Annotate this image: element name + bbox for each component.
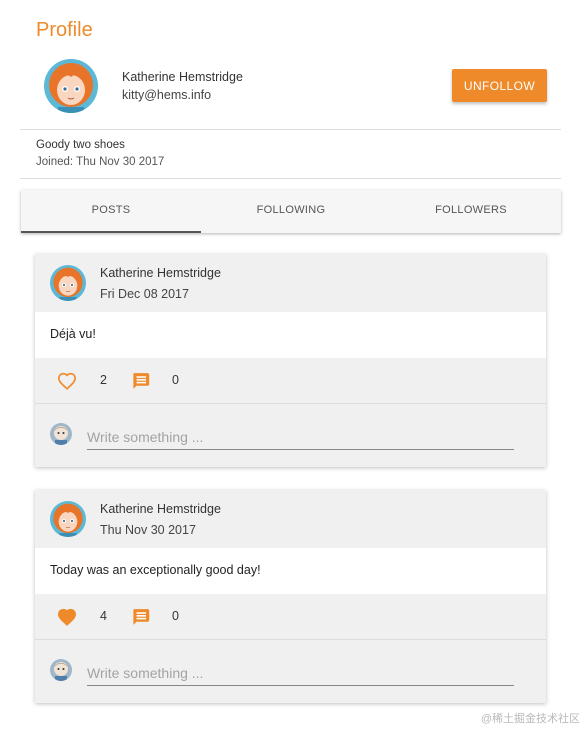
tab-followers[interactable]: FOLLOWERS <box>381 190 561 233</box>
page-title: Profile <box>36 19 93 41</box>
comment-input[interactable] <box>87 660 514 686</box>
current-user-avatar <box>50 423 72 445</box>
post-actions: 2 0 <box>35 358 546 404</box>
profile-tabs: POSTS FOLLOWING FOLLOWERS <box>21 190 561 233</box>
post-card: Katherine Hemstridge Fri Dec 08 2017 Déj… <box>35 254 546 467</box>
comment-icon[interactable] <box>131 371 150 391</box>
profile-joined: Joined: Thu Nov 30 2017 <box>36 156 165 168</box>
post-date: Thu Nov 30 2017 <box>100 523 196 537</box>
avatar-orange-hair-icon <box>50 501 86 537</box>
profile-email: kitty@hems.info <box>122 88 212 102</box>
avatar-small-icon <box>50 423 72 445</box>
heart-outline-icon[interactable] <box>57 372 77 390</box>
comment-icon[interactable] <box>131 607 150 627</box>
post-header: Katherine Hemstridge Fri Dec 08 2017 <box>35 254 546 312</box>
post-comment-box <box>35 404 546 467</box>
profile-bio: Goody two shoes <box>36 139 125 151</box>
like-count: 4 <box>100 609 107 623</box>
post-card: Katherine Hemstridge Thu Nov 30 2017 Tod… <box>35 490 546 703</box>
avatar-small-icon <box>50 659 72 681</box>
post-header: Katherine Hemstridge Thu Nov 30 2017 <box>35 490 546 548</box>
post-author-avatar[interactable] <box>50 501 86 537</box>
comment-count: 0 <box>172 609 179 623</box>
avatar-orange-hair-icon <box>50 265 86 301</box>
like-count: 2 <box>100 373 107 387</box>
divider <box>20 178 561 179</box>
post-date: Fri Dec 08 2017 <box>100 287 189 301</box>
post-comment-box <box>35 640 546 703</box>
post-author-avatar[interactable] <box>50 265 86 301</box>
current-user-avatar <box>50 659 72 681</box>
profile-avatar <box>44 59 98 113</box>
tab-following[interactable]: FOLLOWING <box>201 190 381 233</box>
divider <box>20 129 561 130</box>
comment-input[interactable] <box>87 424 514 450</box>
post-text: Today was an exceptionally good day! <box>35 548 546 594</box>
profile-name: Katherine Hemstridge <box>122 70 243 84</box>
comment-count: 0 <box>172 373 179 387</box>
tab-posts[interactable]: POSTS <box>21 190 201 233</box>
post-author[interactable]: Katherine Hemstridge <box>100 502 221 516</box>
post-author[interactable]: Katherine Hemstridge <box>100 266 221 280</box>
watermark: @稀土掘金技术社区 <box>480 713 580 725</box>
heart-filled-icon[interactable] <box>57 608 77 626</box>
post-actions: 4 0 <box>35 594 546 640</box>
unfollow-button[interactable]: UNFOLLOW <box>452 69 547 102</box>
avatar-orange-hair-icon <box>44 59 98 113</box>
post-text: Déjà vu! <box>35 312 546 358</box>
